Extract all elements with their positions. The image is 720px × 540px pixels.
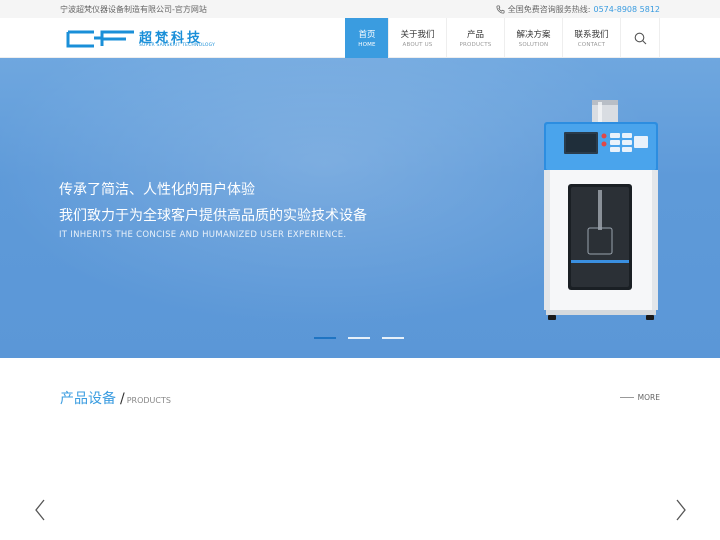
hotline: 全国免费咨询服务热线: 0574-8908 5812 [496, 4, 660, 15]
logo[interactable]: 超梵科技 SUPER SANSKRIT TECHNOLOGY [66, 26, 215, 52]
nav-item-contact[interactable]: 联系我们 CONTACT [562, 18, 620, 58]
slider-dot[interactable] [382, 337, 404, 339]
nav-label: 联系我们 [574, 30, 609, 40]
search-icon [634, 32, 646, 44]
more-label: MORE [637, 393, 660, 402]
main-nav: 首页 HOME 关于我们 ABOUT US 产品 PRODUCTS 解决方案 S… [345, 18, 660, 58]
nav-label: 首页 [358, 30, 376, 40]
nav-label: 关于我们 [400, 30, 435, 40]
header: 超梵科技 SUPER SANSKRIT TECHNOLOGY 首页 HOME 关… [0, 18, 720, 58]
hotline-label: 全国免费咨询服务热线: [507, 5, 591, 14]
products-section-title: 产品设备 / PRODUCTS [60, 388, 171, 408]
logo-mark-icon [66, 30, 134, 48]
chevron-left-icon[interactable] [33, 498, 47, 522]
banner-subline-en: IT INHERITS THE CONCISE AND HUMANIZED US… [59, 230, 347, 240]
nav-label: 产品 [466, 30, 484, 40]
more-line [619, 397, 634, 398]
nav-sublabel: ABOUT US [402, 42, 433, 48]
hero-banner: 传承了简洁、人性化的用户体验 我们致力于为全球客户提供高品质的实验技术设备 IT… [0, 58, 720, 358]
nav-sublabel: SOLUTION [518, 42, 549, 48]
products-title-en: PRODUCTS [126, 396, 171, 405]
nav-item-home[interactable]: 首页 HOME [345, 18, 388, 58]
search-button[interactable] [620, 18, 660, 58]
phone-icon [496, 5, 505, 14]
banner-headline-2: 我们致力于为全球客户提供高品质的实验技术设备 [59, 208, 367, 224]
nav-sublabel: HOME [358, 42, 376, 48]
slider-dot[interactable] [348, 337, 370, 339]
nav-item-about[interactable]: 关于我们 ABOUT US [388, 18, 446, 58]
products-title-cn: 产品设备 [60, 391, 116, 407]
ultrasonic-device-image [544, 100, 658, 320]
logo-subtitle: SUPER SANSKRIT TECHNOLOGY [139, 43, 216, 48]
products-title-slash: / [120, 391, 125, 407]
hotline-number[interactable]: 0574-8908 5812 [593, 5, 660, 14]
slider-dots [314, 337, 404, 339]
company-name: 宁波超梵仪器设备制造有限公司-官方网站 [60, 5, 207, 14]
nav-label: 解决方案 [516, 30, 551, 40]
nav-sublabel: PRODUCTS [459, 42, 492, 48]
more-link[interactable]: MORE [619, 393, 660, 402]
top-bar: 宁波超梵仪器设备制造有限公司-官方网站 全国免费咨询服务热线: 0574-890… [0, 0, 720, 18]
nav-sublabel: CONTACT [577, 42, 606, 48]
nav-item-solution[interactable]: 解决方案 SOLUTION [504, 18, 562, 58]
nav-item-products[interactable]: 产品 PRODUCTS [446, 18, 504, 58]
banner-headline-1: 传承了简洁、人性化的用户体验 [59, 182, 255, 198]
chevron-right-icon[interactable] [674, 498, 688, 522]
slider-dot[interactable] [314, 337, 336, 339]
